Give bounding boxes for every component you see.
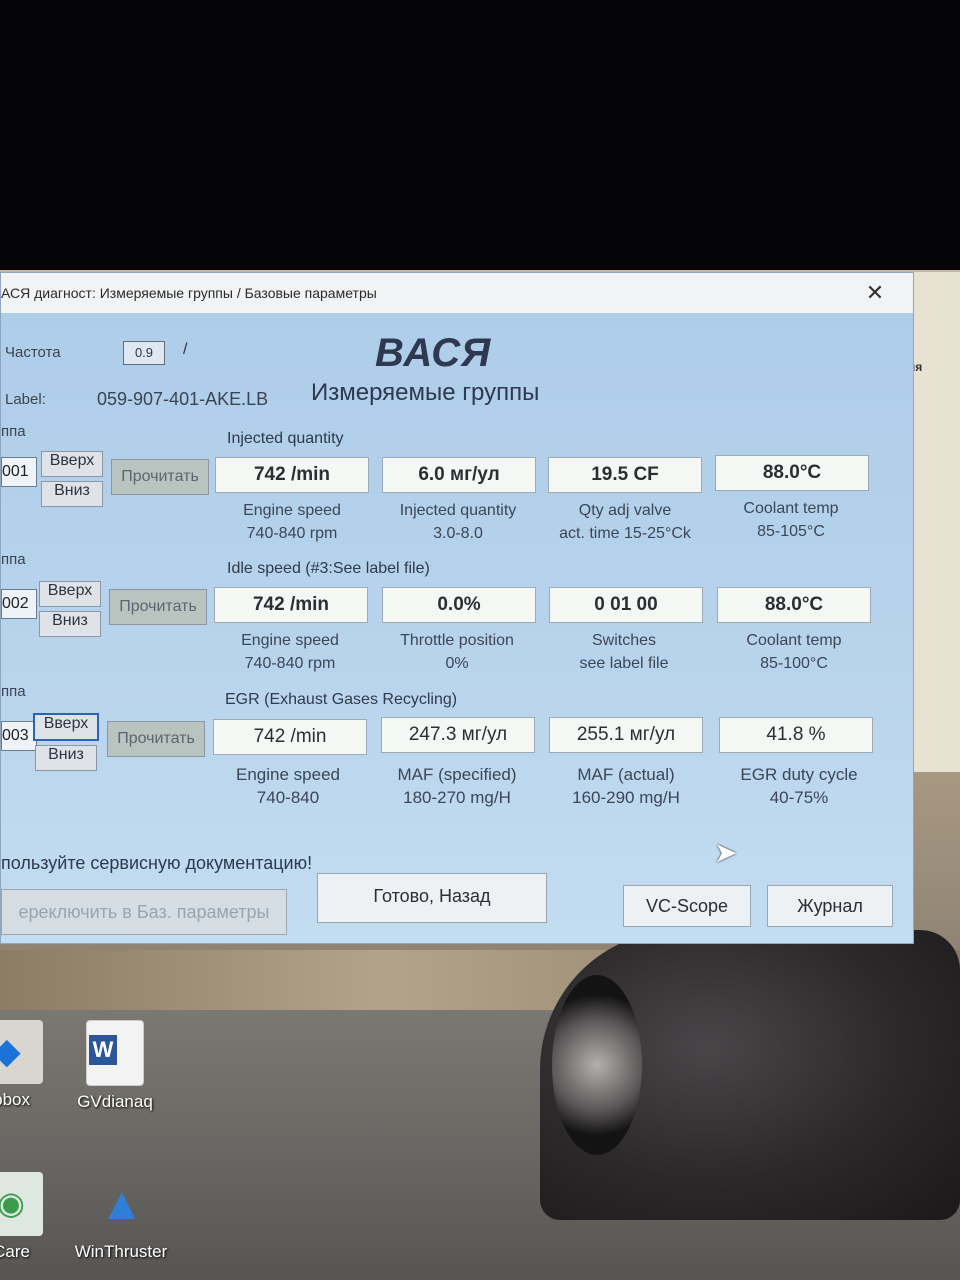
- read-button[interactable]: Прочитать: [107, 721, 205, 757]
- field-name: Coolant temp: [743, 500, 839, 517]
- group-up-button[interactable]: Вверх: [33, 713, 99, 741]
- field-caption: Coolant temp 85-100°C: [694, 629, 894, 675]
- value-field: 247.3 мг/ул: [381, 717, 535, 753]
- frequency-label: Частота: [5, 344, 61, 361]
- read-button[interactable]: Прочитать: [109, 589, 207, 625]
- value-field: 6.0 мг/ул: [382, 457, 536, 493]
- app-logo: ВАСЯ: [375, 331, 492, 375]
- field-range: 85-100°C: [760, 655, 828, 672]
- switch-basic-settings-button[interactable]: ереключить в Баз. параметры: [1, 889, 287, 935]
- winthruster-icon: [93, 1172, 149, 1236]
- wallpaper-wheel: [552, 975, 642, 1155]
- group-down-button[interactable]: Вниз: [41, 481, 103, 507]
- journal-button[interactable]: Журнал: [767, 885, 893, 927]
- group-label: ппа: [1, 551, 26, 568]
- group-down-button[interactable]: Вниз: [39, 611, 101, 637]
- word-document-icon: [86, 1020, 144, 1086]
- value-field: 255.1 мг/ул: [549, 717, 703, 753]
- dropbox-icon: [0, 1020, 43, 1084]
- desktop-icon-label: Care: [0, 1242, 30, 1261]
- field-caption: MAF (actual) 160-290 mg/H: [526, 763, 726, 809]
- value-field: 0.0%: [382, 587, 536, 623]
- group-title: Injected quantity: [227, 430, 344, 447]
- value-field: 88.0°C: [717, 587, 871, 623]
- group-label: ппа: [1, 423, 26, 440]
- care-icon: [0, 1172, 43, 1236]
- group-number-input[interactable]: 001: [1, 457, 37, 487]
- group-down-button[interactable]: Вниз: [35, 745, 97, 771]
- label-file-caption: Label:: [5, 391, 46, 408]
- value-field: 88.0°C: [715, 455, 869, 491]
- desktop-icon-winthruster[interactable]: WinThruster: [66, 1172, 176, 1262]
- window-title: АСЯ диагност: Измеряемые группы / Базовы…: [1, 285, 377, 301]
- vc-scope-button[interactable]: VC-Scope: [623, 885, 751, 927]
- group-number-input[interactable]: 003: [1, 721, 37, 751]
- field-range: 40-75%: [769, 788, 829, 807]
- group-label: ппа: [1, 683, 26, 700]
- desktop-icon-label: WinThruster: [74, 1242, 168, 1261]
- window-client-area: Частота 0.9 / ВАСЯ Label: 059-907-401-AK…: [1, 313, 913, 943]
- done-back-button[interactable]: Готово, Назад: [317, 873, 547, 923]
- value-field: 742 /min: [215, 457, 369, 493]
- page-title: Измеряемые группы: [311, 379, 540, 406]
- field-range: 85-105°C: [757, 523, 825, 540]
- group-up-button[interactable]: Вверх: [41, 451, 103, 477]
- vasya-diagnostic-window: АСЯ диагност: Измеряемые группы / Базовы…: [0, 272, 914, 944]
- value-field: 742 /min: [214, 587, 368, 623]
- field-name: EGR duty cycle: [740, 765, 858, 784]
- field-range: 160-290 mg/H: [572, 788, 680, 807]
- value-field: 0 01 00: [549, 587, 703, 623]
- field-caption: EGR duty cycle 40-75%: [699, 763, 899, 809]
- close-icon[interactable]: ✕: [861, 279, 889, 307]
- field-caption: Coolant temp 85-105°C: [691, 497, 891, 543]
- read-button[interactable]: Прочитать: [111, 459, 209, 495]
- window-titlebar[interactable]: АСЯ диагност: Измеряемые группы / Базовы…: [1, 273, 913, 314]
- frequency-input[interactable]: 0.9: [123, 341, 165, 365]
- value-field: 41.8 %: [719, 717, 873, 753]
- service-docs-warning: пользуйте сервисную документацию!: [1, 853, 313, 873]
- group-number-input[interactable]: 002: [1, 589, 37, 619]
- label-file-name: 059-907-401-AKE.LB: [97, 389, 269, 409]
- group-up-button[interactable]: Вверх: [39, 581, 101, 607]
- field-name: Coolant temp: [746, 632, 842, 649]
- desktop-icon-care[interactable]: Care: [0, 1172, 60, 1262]
- mouse-cursor-icon: ➤: [714, 837, 738, 868]
- group-title: EGR (Exhaust Gases Recycling): [225, 691, 458, 708]
- desktop-icon-label: GVdianaq: [77, 1092, 153, 1111]
- desktop-icon-label: pbox: [0, 1090, 30, 1109]
- value-field: 19.5 CF: [548, 457, 702, 493]
- frequency-spinner[interactable]: /: [183, 341, 187, 359]
- desktop-icon-gvdianaq[interactable]: GVdianaq: [70, 1020, 160, 1112]
- value-field: 742 /min: [213, 719, 367, 755]
- group-title: Idle speed (#3:See label file): [227, 560, 430, 577]
- field-name: MAF (actual): [577, 765, 675, 784]
- desktop-icon-dropbox[interactable]: pbox: [0, 1020, 60, 1110]
